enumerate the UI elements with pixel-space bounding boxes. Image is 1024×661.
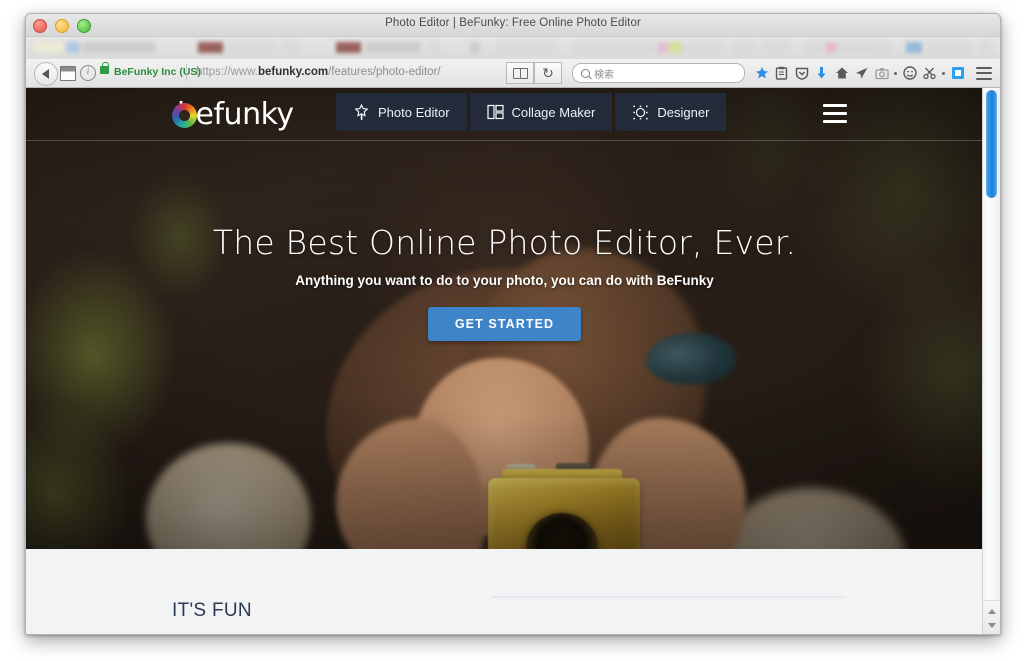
scissors-icon[interactable]	[922, 66, 937, 81]
blur-chip	[838, 42, 890, 53]
blur-chip	[228, 42, 276, 53]
blur-chip	[928, 42, 970, 53]
window-title: Photo Editor | BeFunky: Free Online Phot…	[385, 17, 641, 29]
screenshot-root: Photo Editor | BeFunky: Free Online Phot…	[0, 0, 1024, 661]
scrollbar-thumb[interactable]	[986, 90, 997, 198]
blur-chip	[574, 42, 659, 53]
nav-item-collage-maker[interactable]: Collage Maker	[469, 93, 613, 131]
blur-chip	[34, 42, 64, 53]
reader-view-button[interactable]	[506, 62, 534, 84]
designer-circle-icon	[632, 104, 649, 121]
reader-view-icon	[512, 67, 528, 79]
section-divider	[491, 596, 846, 598]
screenshot-camera-icon[interactable]	[874, 66, 889, 81]
aperture-ring-icon	[172, 102, 197, 128]
blur-chip	[281, 42, 299, 53]
pocket-shield-icon[interactable]	[794, 66, 809, 81]
url-domain: befunky.com	[258, 66, 329, 78]
menu-line	[976, 77, 992, 80]
page-viewport: befunky Photo Editor Collage Maker Desig…	[26, 88, 1000, 634]
ev-certificate-label: BeFunky Inc (US)	[114, 66, 201, 78]
nav-label: Photo Editor	[378, 104, 450, 120]
section-heading: IT'S FUN	[172, 600, 252, 621]
hero-photo: befunky Photo Editor Collage Maker Desig…	[26, 88, 983, 549]
blur-chip	[658, 42, 668, 53]
nav-item-designer[interactable]: Designer	[615, 93, 727, 131]
blur-chip	[906, 42, 922, 53]
blur-chip	[761, 42, 791, 53]
window-titlebar: Photo Editor | BeFunky: Free Online Phot…	[26, 14, 1000, 37]
blur-chip	[669, 42, 681, 53]
scrollbar-buttons	[983, 600, 1000, 634]
search-icon	[581, 68, 590, 78]
hero-heading: The Best Online Photo Editor, Ever.	[212, 223, 797, 262]
menu-line	[823, 112, 847, 115]
bookmark-star-icon[interactable]	[754, 66, 769, 81]
site-info-icon[interactable]: i	[80, 65, 96, 81]
scroll-down-arrow-icon[interactable]	[987, 622, 996, 628]
browser-menu-button[interactable]	[976, 66, 992, 80]
hero-subheading: Anything you want to do to your photo, y…	[295, 273, 714, 288]
search-placeholder: 検索	[594, 69, 614, 81]
url-bar[interactable]: https://www.befunky.com/features/photo-e…	[196, 66, 441, 78]
its-fun-section: IT'S FUN	[26, 549, 983, 634]
nav-label: Collage Maker	[511, 104, 596, 120]
blur-chip	[826, 42, 836, 53]
scroll-up-arrow-icon[interactable]	[987, 608, 996, 614]
magic-wand-star-icon	[353, 103, 370, 121]
blue-square-icon[interactable]	[950, 66, 965, 81]
blur-chip	[470, 42, 480, 53]
overflow-dot-icon[interactable]	[894, 71, 897, 75]
back-arrow-icon	[41, 69, 49, 79]
vertical-scrollbar[interactable]	[982, 88, 1000, 634]
site-nav: Photo Editor Collage Maker Designer	[336, 93, 727, 131]
overflow-dot-2-icon[interactable]	[942, 71, 945, 75]
url-scheme: https://www.	[196, 66, 258, 78]
reload-button[interactable]: ↻	[534, 62, 562, 84]
blur-chip	[83, 42, 155, 53]
menu-line	[823, 120, 847, 123]
menu-line	[823, 104, 847, 107]
blur-chip	[732, 42, 754, 53]
site-header: befunky Photo Editor Collage Maker Desig…	[26, 88, 983, 141]
site-menu-button[interactable]	[823, 104, 847, 123]
blur-chip	[981, 42, 991, 53]
get-started-button[interactable]: GET STARTED	[427, 307, 582, 341]
blur-chip	[66, 42, 80, 53]
send-paper-plane-icon[interactable]	[854, 66, 869, 81]
blur-chip	[426, 42, 440, 53]
browser-toolbar: i BeFunky Inc (US) https://www.befunky.c…	[26, 59, 1000, 88]
blurred-tab-strip[interactable]	[26, 37, 1000, 59]
lock-icon	[100, 62, 109, 74]
nav-label: Designer	[657, 104, 710, 120]
hero-copy: The Best Online Photo Editor, Ever. Anyt…	[26, 223, 983, 341]
browser-window: Photo Editor | BeFunky: Free Online Phot…	[25, 13, 1001, 635]
befunky-logo[interactable]: befunky	[172, 97, 294, 133]
home-icon[interactable]	[834, 66, 849, 81]
smiley-face-icon[interactable]	[902, 66, 917, 81]
menu-line	[976, 66, 992, 69]
url-divider	[186, 64, 187, 81]
back-button[interactable]	[34, 62, 58, 86]
search-input[interactable]: 検索	[572, 63, 745, 83]
blur-chip	[198, 42, 223, 53]
blur-chip	[336, 42, 361, 53]
blur-chip	[366, 42, 421, 53]
menu-line	[976, 72, 992, 74]
nav-item-photo-editor[interactable]: Photo Editor	[336, 93, 467, 131]
clipboard-icon[interactable]	[774, 66, 789, 81]
page-proxy-icon[interactable]	[60, 66, 76, 81]
reload-icon: ↻	[542, 65, 554, 81]
url-path: /features/photo-editor/	[328, 66, 441, 78]
blur-chip	[496, 42, 558, 53]
extension-icons	[754, 66, 1000, 81]
collage-grid-icon	[486, 104, 504, 121]
download-arrow-icon[interactable]	[814, 66, 829, 81]
toolbar-right-cluster: ↻ 検索	[506, 59, 1000, 87]
